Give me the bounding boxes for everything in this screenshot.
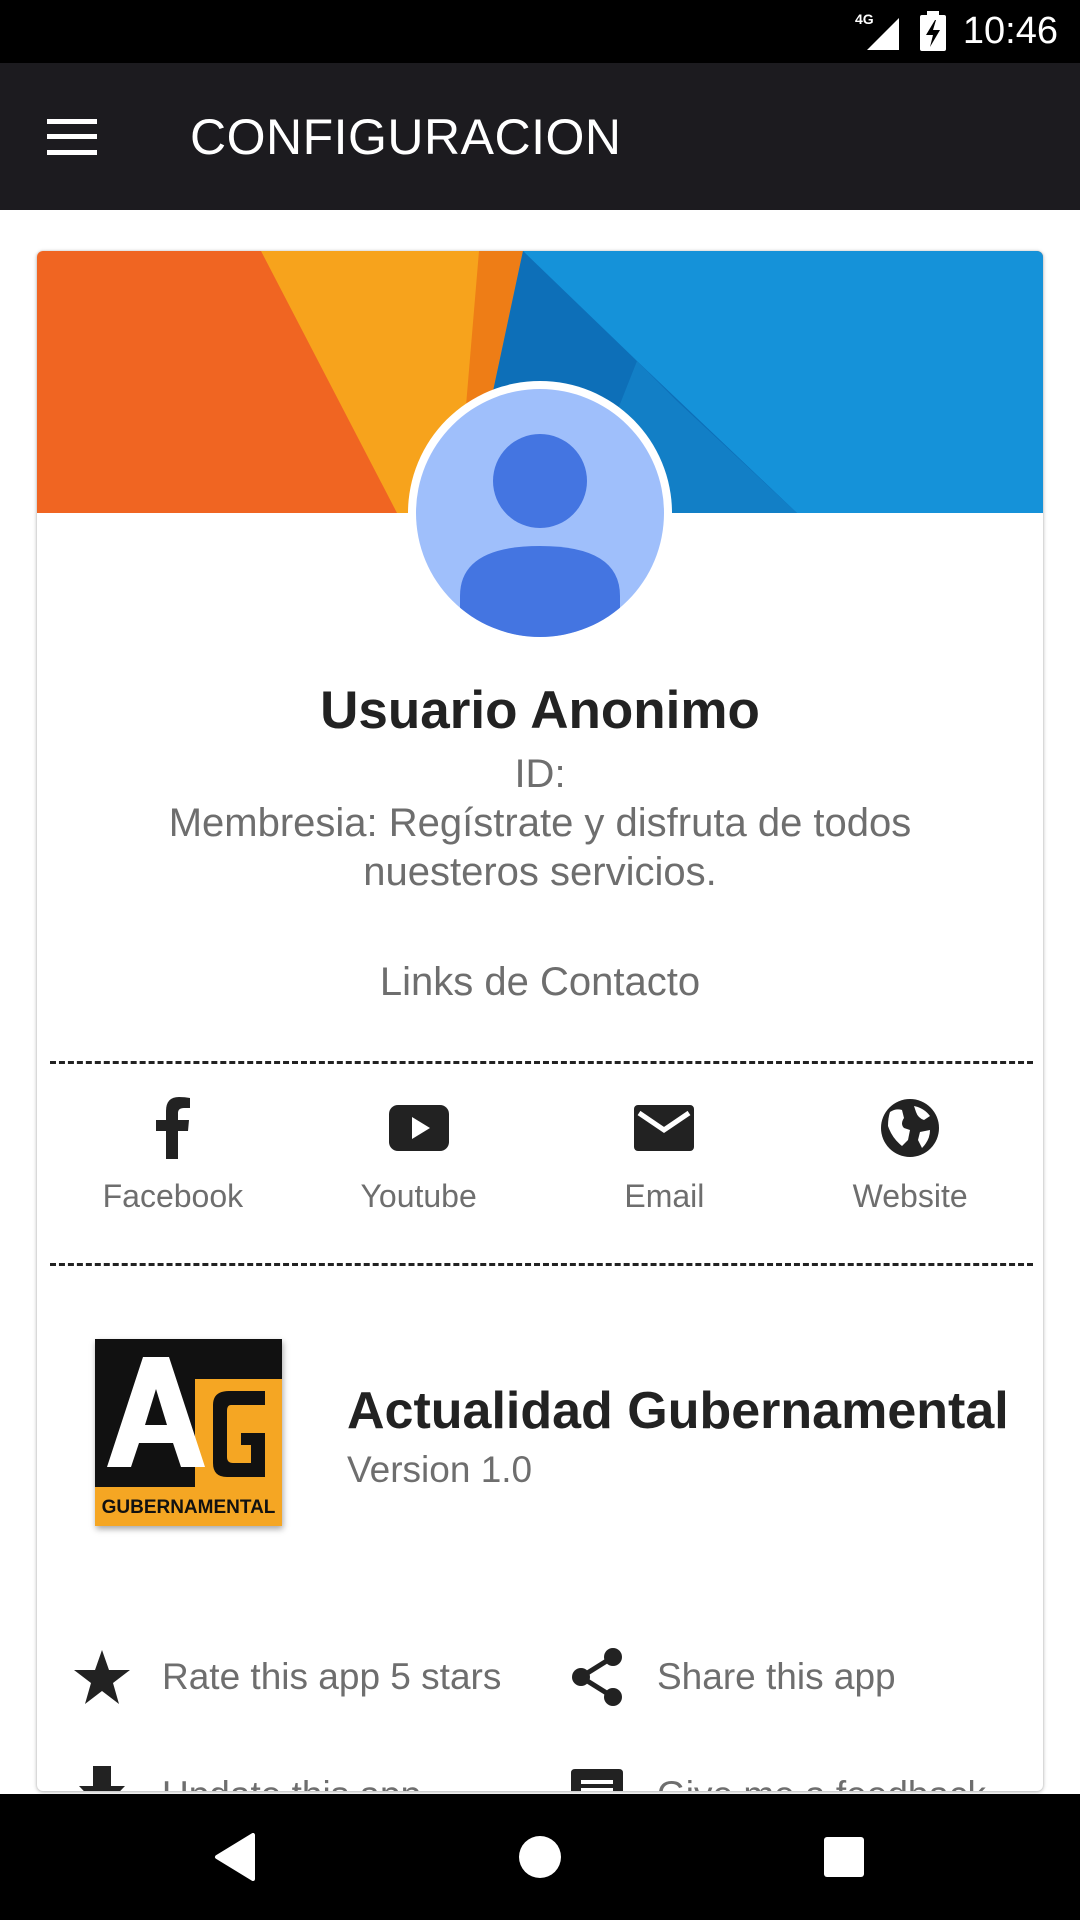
app-version: Version 1.0 <box>347 1449 533 1490</box>
person-avatar-icon <box>408 381 672 645</box>
star-icon <box>74 1650 130 1704</box>
youtube-icon <box>388 1105 449 1151</box>
email-link[interactable]: Email <box>542 1096 788 1246</box>
home-button[interactable] <box>506 1823 574 1891</box>
globe-icon <box>881 1099 940 1157</box>
status-time: 10:46 <box>962 10 1058 52</box>
network-label: 4G <box>855 11 874 27</box>
profile-card: Usuario Anonimo ID: Membresia: Regístrat… <box>37 251 1043 1791</box>
share-icon <box>572 1648 622 1706</box>
app-bar: CONFIGURACION <box>0 63 1080 210</box>
facebook-icon <box>155 1097 190 1159</box>
feedback-button[interactable]: Give me a feedback <box>565 1755 986 1791</box>
download-icon <box>79 1766 125 1791</box>
page-title: CONFIGURACION <box>190 109 622 165</box>
email-label: Email <box>624 1178 705 1214</box>
feedback-label: Give me a feedback <box>657 1773 986 1791</box>
facebook-link[interactable]: Facebook <box>50 1096 296 1246</box>
navigation-bar <box>0 1794 1080 1920</box>
rate-app-button[interactable]: Rate this app 5 stars <box>70 1637 501 1717</box>
feedback-icon <box>571 1769 623 1791</box>
update-app-button[interactable]: Update this app <box>70 1755 421 1791</box>
youtube-link[interactable]: Youtube <box>296 1096 542 1246</box>
home-icon <box>519 1836 561 1878</box>
divider <box>50 1061 1033 1064</box>
divider <box>50 1263 1033 1266</box>
logo-caption: GUBERNAMENTAL <box>102 1497 276 1518</box>
back-icon <box>215 1833 255 1881</box>
user-id: ID: <box>514 752 566 796</box>
back-button[interactable] <box>201 1823 269 1891</box>
menu-icon <box>47 119 97 155</box>
battery-charging-icon <box>920 11 946 51</box>
app-name: Actualidad Gubernamental <box>347 1382 1009 1440</box>
website-label: Website <box>852 1178 968 1214</box>
email-icon <box>634 1105 695 1151</box>
menu-button[interactable] <box>36 103 108 171</box>
share-app-button[interactable]: Share this app <box>565 1637 896 1717</box>
status-bar: 4G 10:46 <box>0 0 1080 63</box>
contact-links-title: Links de Contacto <box>379 960 701 1004</box>
facebook-label: Facebook <box>102 1178 244 1214</box>
contact-links-row: Facebook Youtube Email Website <box>50 1096 1033 1246</box>
app-logo: GUBERNAMENTAL <box>95 1339 282 1526</box>
recents-icon <box>824 1837 864 1877</box>
user-name: Usuario Anonimo <box>320 681 760 740</box>
recents-button[interactable] <box>810 1823 878 1891</box>
youtube-label: Youtube <box>360 1178 477 1214</box>
update-app-label: Update this app <box>162 1773 421 1791</box>
website-link[interactable]: Website <box>787 1096 1033 1246</box>
membership-text: Membresia: Regístrate y disfruta de todo… <box>168 801 912 894</box>
signal-4g-icon: 4G <box>855 11 899 50</box>
share-app-label: Share this app <box>657 1656 896 1697</box>
rate-app-label: Rate this app 5 stars <box>162 1656 502 1697</box>
